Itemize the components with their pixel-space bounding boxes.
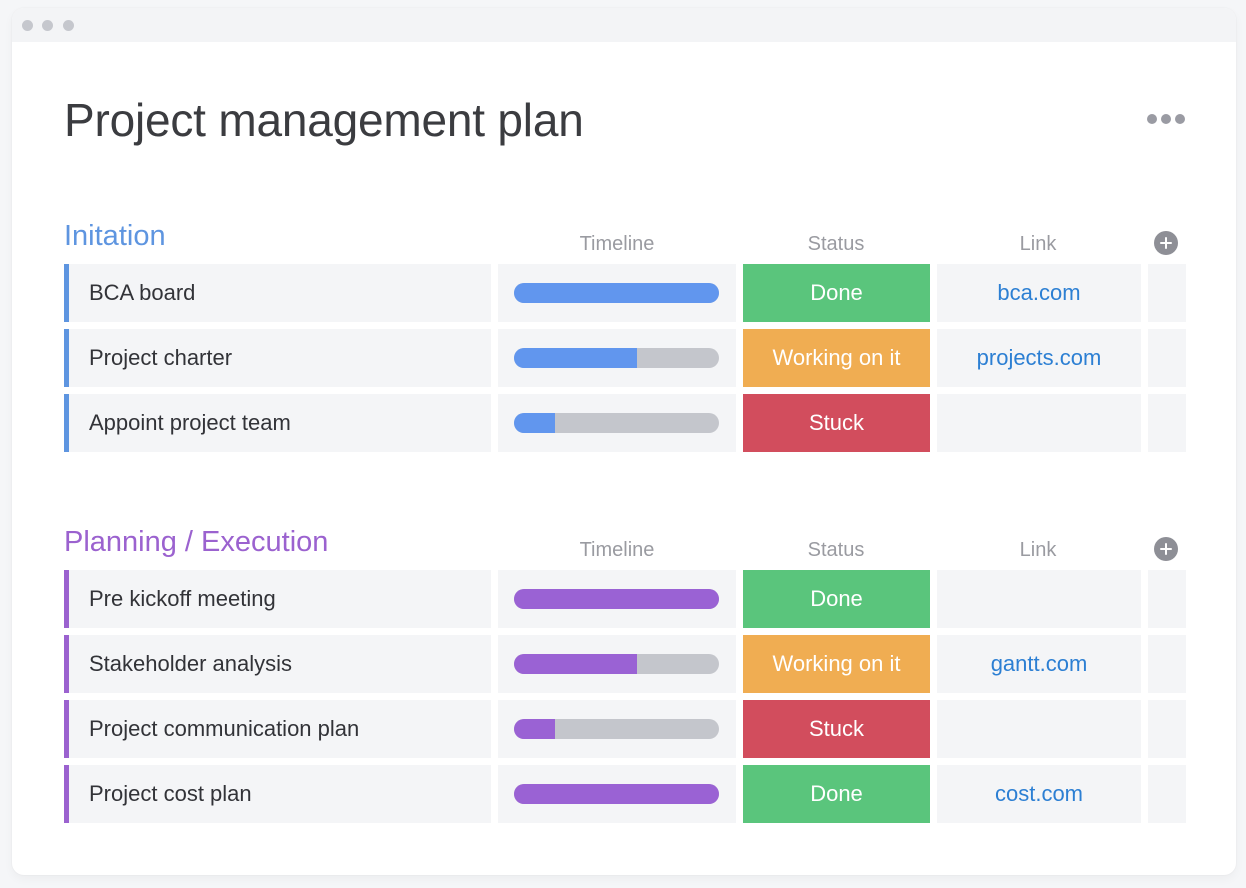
extra-column-cell[interactable] [1148, 394, 1186, 452]
status-badge[interactable]: Working on it [743, 635, 930, 693]
status-badge[interactable]: Done [743, 570, 930, 628]
task-name-cell[interactable]: Project cost plan [64, 765, 491, 823]
column-header-status[interactable]: Status [742, 231, 930, 257]
extra-column-cell[interactable] [1148, 635, 1186, 693]
task-name: BCA board [89, 280, 196, 305]
group-color-accent [64, 329, 69, 387]
window-control-dot[interactable] [22, 20, 33, 31]
timeline-progress-fill [514, 654, 637, 674]
extra-column-cell[interactable] [1148, 329, 1186, 387]
timeline-progress-fill [514, 589, 719, 609]
timeline-cell [498, 394, 736, 452]
task-name-cell[interactable]: Project communication plan [64, 700, 491, 758]
task-name-cell[interactable]: Stakeholder analysis [64, 635, 491, 693]
task-name: Project charter [89, 345, 233, 370]
window-control-dot[interactable] [63, 20, 74, 31]
group-color-accent [64, 394, 69, 452]
extra-column-cell[interactable] [1148, 765, 1186, 823]
timeline-progress-fill [514, 348, 637, 368]
timeline-cell [498, 570, 736, 628]
task-row: Project cost plan Done cost.com [64, 765, 1186, 823]
timeline-cell [498, 264, 736, 322]
timeline-progress-fill [514, 283, 719, 303]
timeline-progress-fill [514, 719, 555, 739]
column-header-status[interactable]: Status [742, 537, 930, 563]
column-header-timeline[interactable]: Timeline [498, 537, 736, 563]
timeline-progress-bar[interactable] [514, 719, 719, 739]
timeline-cell [498, 635, 736, 693]
group-color-accent [64, 264, 69, 322]
task-row: Appoint project team Stuck [64, 394, 1186, 452]
task-name-cell[interactable]: Pre kickoff meeting [64, 570, 491, 628]
more-options-button[interactable] [1147, 112, 1187, 126]
window-titlebar [12, 8, 1236, 42]
timeline-cell [498, 700, 736, 758]
task-name: Project communication plan [89, 716, 360, 741]
status-badge[interactable]: Done [743, 765, 930, 823]
page-title: Project management plan [64, 94, 584, 146]
column-header-link[interactable]: Link [936, 537, 1140, 563]
group-title[interactable]: Planning / Execution [64, 524, 328, 560]
task-name-cell[interactable]: Appoint project team [64, 394, 491, 452]
timeline-progress-bar[interactable] [514, 413, 719, 433]
link-cell[interactable] [937, 570, 1141, 628]
group-color-accent [64, 570, 69, 628]
more-horizontal-icon [1161, 114, 1171, 124]
task-row: Project communication plan Stuck [64, 700, 1186, 758]
timeline-progress-bar[interactable] [514, 654, 719, 674]
status-badge[interactable]: Done [743, 264, 930, 322]
link-cell[interactable]: gantt.com [937, 635, 1141, 693]
link-cell[interactable]: cost.com [937, 765, 1141, 823]
column-header-timeline[interactable]: Timeline [498, 231, 736, 257]
task-row: Pre kickoff meeting Done [64, 570, 1186, 628]
add-column-button[interactable] [1154, 231, 1178, 255]
window-control-dot[interactable] [42, 20, 53, 31]
extra-column-cell[interactable] [1148, 264, 1186, 322]
timeline-progress-bar[interactable] [514, 348, 719, 368]
task-name: Stakeholder analysis [89, 651, 293, 676]
add-column-button[interactable] [1154, 537, 1178, 561]
task-name-cell[interactable]: Project charter [64, 329, 491, 387]
task-row: BCA board Done bca.com [64, 264, 1186, 322]
group-color-accent [64, 635, 69, 693]
app-window: Project management plan Initation Timeli… [12, 8, 1236, 875]
link-cell[interactable] [937, 700, 1141, 758]
link-cell[interactable] [937, 394, 1141, 452]
more-horizontal-icon [1175, 114, 1185, 124]
status-badge[interactable]: Stuck [743, 394, 930, 452]
timeline-cell [498, 329, 736, 387]
task-name-cell[interactable]: BCA board [64, 264, 491, 322]
group-title[interactable]: Initation [64, 218, 166, 254]
timeline-progress-bar[interactable] [514, 784, 719, 804]
task-row: Project charter Working on it projects.c… [64, 329, 1186, 387]
group-color-accent [64, 765, 69, 823]
timeline-cell [498, 765, 736, 823]
status-badge[interactable]: Stuck [743, 700, 930, 758]
timeline-progress-fill [514, 784, 719, 804]
task-name: Appoint project team [89, 410, 291, 435]
task-row: Stakeholder analysis Working on it gantt… [64, 635, 1186, 693]
task-name: Pre kickoff meeting [89, 586, 276, 611]
column-header-link[interactable]: Link [936, 231, 1140, 257]
extra-column-cell[interactable] [1148, 570, 1186, 628]
group-color-accent [64, 700, 69, 758]
status-badge[interactable]: Working on it [743, 329, 930, 387]
extra-column-cell[interactable] [1148, 700, 1186, 758]
link-cell[interactable]: bca.com [937, 264, 1141, 322]
link-cell[interactable]: projects.com [937, 329, 1141, 387]
timeline-progress-fill [514, 413, 555, 433]
timeline-progress-bar[interactable] [514, 589, 719, 609]
timeline-progress-bar[interactable] [514, 283, 719, 303]
more-horizontal-icon [1147, 114, 1157, 124]
task-name: Project cost plan [89, 781, 252, 806]
